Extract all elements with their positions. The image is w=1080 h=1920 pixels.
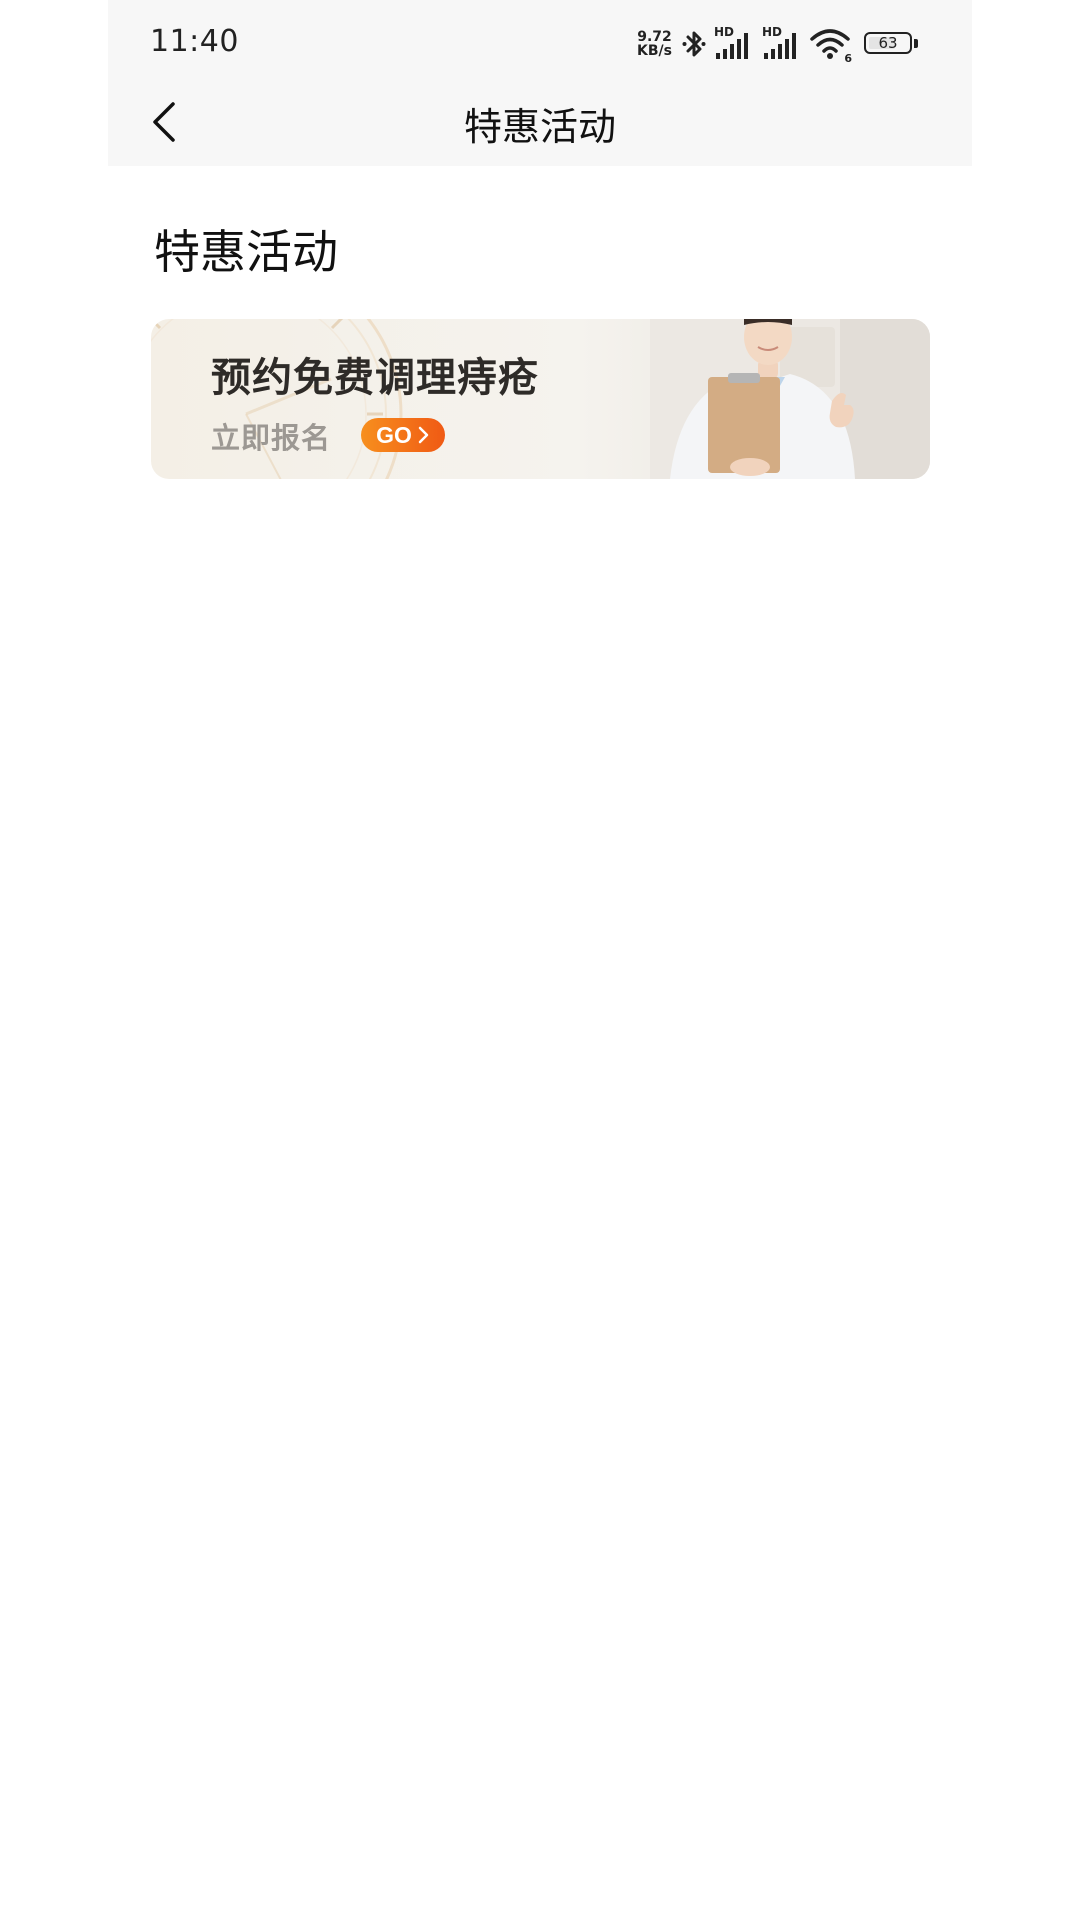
network-speed: 9.72 KB/s: [637, 30, 672, 58]
status-time: 11:40: [150, 24, 239, 59]
status-bar: 11:40 9.72 KB/s HD HD 6 63: [108, 0, 972, 86]
promo-banner[interactable]: 预约免费调理痔疮 立即报名 GO: [151, 319, 930, 479]
status-icons: 9.72 KB/s HD HD 6 63: [637, 25, 920, 65]
banner-subtext: 立即报名: [211, 421, 332, 455]
doctor-illustration: [650, 319, 930, 479]
network-speed-unit: KB/s: [637, 43, 672, 59]
battery-level: 63: [878, 34, 898, 52]
bluetooth-icon: [682, 31, 706, 57]
banner-headline: 预约免费调理痔疮: [211, 355, 539, 401]
wifi-badge: 6: [844, 52, 852, 65]
wifi-status: 6: [810, 27, 852, 65]
top-area: 11:40 9.72 KB/s HD HD 6 63 特惠活动: [108, 0, 972, 166]
go-button-label: GO: [376, 421, 412, 448]
battery-cap: [914, 39, 918, 48]
chevron-right-icon: [418, 426, 429, 444]
section-title: 特惠活动: [154, 225, 338, 279]
signal-icon: [764, 33, 796, 59]
signal-strength-2: HD: [762, 25, 802, 61]
signal-strength-1: HD: [714, 25, 754, 61]
nav-header: 特惠活动: [108, 86, 972, 166]
signal-icon: [716, 33, 748, 59]
page-title: 特惠活动: [463, 105, 616, 149]
battery-body: 63: [864, 32, 912, 54]
network-speed-value: 9.72: [637, 29, 672, 45]
battery-icon: 63: [864, 32, 920, 56]
go-button[interactable]: GO: [361, 418, 445, 452]
